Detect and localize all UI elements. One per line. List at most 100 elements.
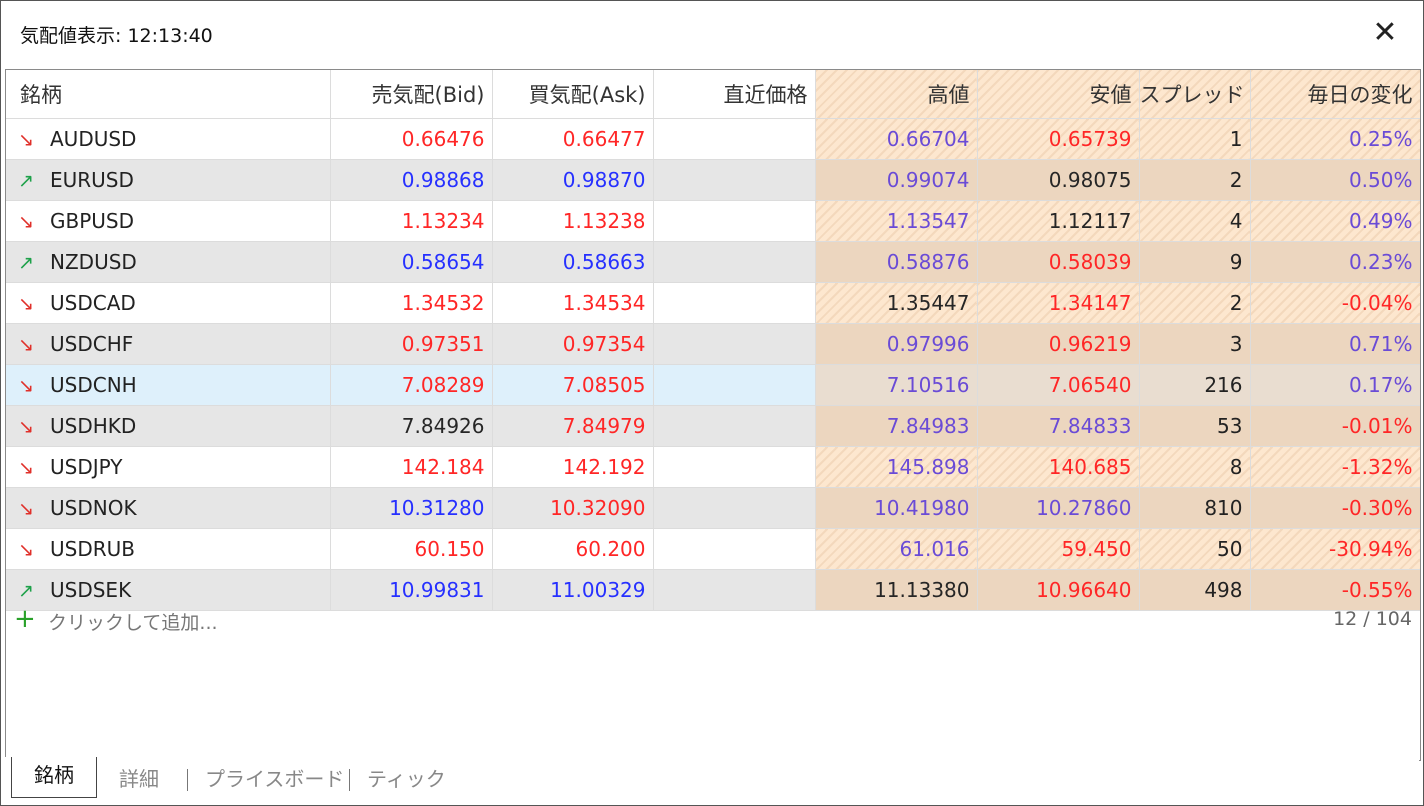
table-row[interactable]: ↗ EURUSD 0.98868 0.98870 0.99074 0.98075 2 0.50…	[6, 159, 1420, 201]
ask-cell: 60.200	[492, 528, 654, 570]
symbol-cell[interactable]: ↘ AUDUSD	[6, 118, 331, 160]
column-header-bid[interactable]: 売気配(Bid)	[330, 70, 493, 119]
arrow-up-icon: ↗	[18, 580, 34, 602]
change-cell: 0.17%	[1250, 364, 1420, 406]
table-row[interactable]: ↘ USDCAD 1.34532 1.34534 1.35447 1.34147 2 -0.0…	[6, 282, 1420, 324]
spread-cell: 3	[1139, 323, 1251, 365]
high-cell: 145.898	[815, 446, 978, 488]
tab-bar: 銘柄 詳細 プライスボード ティック	[5, 757, 1419, 803]
arrow-up-icon: ↗	[18, 252, 34, 274]
quotes-body: ↘ AUDUSD 0.66476 0.66477 0.66704 0.65739 1 0.25…	[6, 118, 1420, 611]
header-row: 銘柄 売気配(Bid) 買気配(Ask) 直近価格 高値 安値 スプレッド 毎日…	[6, 70, 1420, 119]
symbol-cell[interactable]: ↘ USDRUB	[6, 528, 331, 570]
column-header-high[interactable]: 高値	[815, 70, 978, 119]
symbol-cell[interactable]: ↘ USDHKD	[6, 405, 331, 447]
arrow-down-icon: ↘	[18, 416, 34, 438]
low-cell: 59.450	[977, 528, 1140, 570]
bid-cell: 7.84926	[330, 405, 493, 447]
column-header-daily-change[interactable]: 毎日の変化	[1250, 70, 1420, 119]
last-cell	[653, 118, 816, 160]
table-row[interactable]: ↘ USDRUB 60.150 60.200 61.016 59.450 50 -30.94%	[6, 528, 1420, 570]
ask-cell: 7.84979	[492, 405, 654, 447]
symbol-name: GBPUSD	[50, 209, 135, 233]
high-cell: 61.016	[815, 528, 978, 570]
last-cell	[653, 282, 816, 324]
add-symbol-label[interactable]: クリックして追加...	[48, 608, 218, 635]
bid-cell: 0.97351	[330, 323, 493, 365]
spread-cell: 4	[1139, 200, 1251, 242]
symbol-cell[interactable]: ↘ GBPUSD	[6, 200, 331, 242]
symbol-cell[interactable]: ↘ USDCNH	[6, 364, 331, 406]
change-cell: -0.30%	[1250, 487, 1420, 529]
high-cell: 7.10516	[815, 364, 978, 406]
bid-cell: 1.13234	[330, 200, 493, 242]
symbol-cell[interactable]: ↘ USDNOK	[6, 487, 331, 529]
low-cell: 1.34147	[977, 282, 1140, 324]
ask-cell: 10.32090	[492, 487, 654, 529]
high-cell: 0.97996	[815, 323, 978, 365]
table-row[interactable]: ↘ AUDUSD 0.66476 0.66477 0.66704 0.65739 1 0.25…	[6, 118, 1420, 160]
spread-cell: 9	[1139, 241, 1251, 283]
low-cell: 1.12117	[977, 200, 1140, 242]
tab-details[interactable]: 詳細	[119, 761, 159, 797]
table-row[interactable]: ↗ NZDUSD 0.58654 0.58663 0.58876 0.58039 9 0.23…	[6, 241, 1420, 283]
bid-cell: 0.58654	[330, 241, 493, 283]
table-row[interactable]: ↘ USDJPY 142.184 142.192 145.898 140.685 8 -1.3…	[6, 446, 1420, 488]
high-cell: 1.35447	[815, 282, 978, 324]
title-bar[interactable]: 気配値表示: 12:13:40 ✕	[1, 1, 1423, 65]
ask-cell: 0.58663	[492, 241, 654, 283]
spread-cell: 8	[1139, 446, 1251, 488]
symbol-cell[interactable]: ↘ USDJPY	[6, 446, 331, 488]
last-cell	[653, 446, 816, 488]
arrow-down-icon: ↘	[18, 129, 34, 151]
table-row[interactable]: ↘ GBPUSD 1.13234 1.13238 1.13547 1.12117 4 0.49…	[6, 200, 1420, 242]
ask-cell: 1.13238	[492, 200, 654, 242]
tab-ticks[interactable]: ティック	[367, 761, 446, 797]
arrow-down-icon: ↘	[18, 334, 34, 356]
column-header-ask[interactable]: 買気配(Ask)	[492, 70, 654, 119]
table-row[interactable]: ↘ USDCHF 0.97351 0.97354 0.97996 0.96219 3 0.71…	[6, 323, 1420, 365]
high-cell: 10.41980	[815, 487, 978, 529]
arrow-down-icon: ↘	[18, 539, 34, 561]
bid-cell: 0.66476	[330, 118, 493, 160]
symbol-name: USDHKD	[50, 414, 137, 438]
last-cell	[653, 528, 816, 570]
symbol-cell[interactable]: ↗ EURUSD	[6, 159, 331, 201]
symbol-counter: 12 / 104	[1333, 608, 1412, 630]
table-row[interactable]: ↘ USDHKD 7.84926 7.84979 7.84983 7.84833 53 -0.…	[6, 405, 1420, 447]
arrow-down-icon: ↘	[18, 375, 34, 397]
last-cell	[653, 364, 816, 406]
spread-cell: 50	[1139, 528, 1251, 570]
column-header-spread[interactable]: スプレッド	[1139, 70, 1251, 119]
symbol-cell[interactable]: ↘ USDCHF	[6, 323, 331, 365]
low-cell: 0.58039	[977, 241, 1140, 283]
ask-cell: 142.192	[492, 446, 654, 488]
window-title: 気配値表示: 12:13:40	[20, 25, 213, 47]
high-cell: 0.66704	[815, 118, 978, 160]
high-cell: 0.99074	[815, 159, 978, 201]
symbol-cell[interactable]: ↗ NZDUSD	[6, 241, 331, 283]
bid-cell: 10.31280	[330, 487, 493, 529]
column-header-symbol[interactable]: 銘柄	[6, 70, 331, 119]
last-cell	[653, 159, 816, 201]
table-row[interactable]: ↘ USDCNH 7.08289 7.08505 7.10516 7.06540 216 0.…	[6, 364, 1420, 406]
spread-cell: 53	[1139, 405, 1251, 447]
add-symbol-row[interactable]: + クリックして追加... 12 / 104	[6, 600, 1420, 640]
tab-priceboard[interactable]: プライスボード	[205, 761, 344, 797]
ask-cell: 1.34534	[492, 282, 654, 324]
symbol-cell[interactable]: ↘ USDCAD	[6, 282, 331, 324]
last-cell	[653, 405, 816, 447]
tab-separator	[349, 769, 350, 791]
ask-cell: 0.98870	[492, 159, 654, 201]
change-cell: 0.25%	[1250, 118, 1420, 160]
close-icon[interactable]: ✕	[1365, 13, 1405, 53]
plus-icon[interactable]: +	[14, 604, 36, 634]
column-header-last[interactable]: 直近価格	[653, 70, 816, 119]
tab-symbols[interactable]: 銘柄	[11, 757, 97, 798]
column-header-low[interactable]: 安値	[977, 70, 1140, 119]
spread-cell: 810	[1139, 487, 1251, 529]
change-cell: -30.94%	[1250, 528, 1420, 570]
low-cell: 7.84833	[977, 405, 1140, 447]
arrow-down-icon: ↘	[18, 211, 34, 233]
table-row[interactable]: ↘ USDNOK 10.31280 10.32090 10.41980 10.27860 8…	[6, 487, 1420, 529]
